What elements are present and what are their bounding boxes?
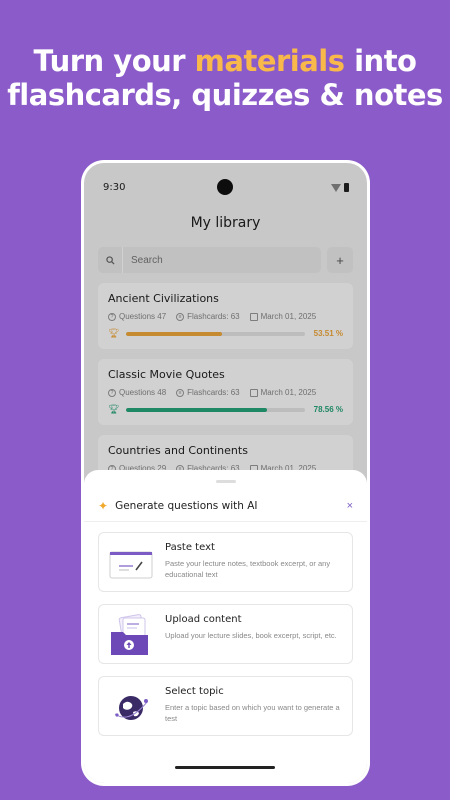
sheet-divider <box>84 521 367 522</box>
sheet-drag-handle[interactable] <box>216 480 236 483</box>
option-text: Upload content Upload your lecture slide… <box>165 614 342 641</box>
headline-line-1: Turn your materials into <box>0 44 450 78</box>
headline-prefix: Turn your <box>33 44 195 78</box>
promo-headline: Turn your materials into flashcards, qui… <box>0 44 450 112</box>
upload-folder-icon <box>109 614 155 656</box>
option-title: Paste text <box>165 542 215 553</box>
option-description: Upload your lecture slides, book excerpt… <box>165 631 337 640</box>
sheet-header: ✦ Generate questions with AI × <box>98 497 353 515</box>
sheet-title: Generate questions with AI <box>115 500 258 512</box>
option-description: Paste your lecture notes, textbook excer… <box>165 559 331 579</box>
close-button[interactable]: × <box>347 500 353 512</box>
headline-accent: materials <box>194 44 345 78</box>
option-upload-content[interactable]: Upload content Upload your lecture slide… <box>98 604 353 664</box>
option-select-topic[interactable]: Select topic Enter a topic based on whic… <box>98 676 353 736</box>
headline-line-2: flashcards, quizzes & notes <box>7 78 443 112</box>
phone-frame: 9:30 My library Search + Ancient Civiliz… <box>84 163 367 783</box>
option-text: Paste text Paste your lecture notes, tex… <box>165 542 342 580</box>
option-description: Enter a topic based on which you want to… <box>165 703 340 723</box>
app-screen: 9:30 My library Search + Ancient Civiliz… <box>84 163 367 783</box>
ai-sparkle-icon: ✦ <box>98 499 109 513</box>
option-title: Upload content <box>165 614 242 625</box>
option-paste-text[interactable]: Paste text Paste your lecture notes, tex… <box>98 532 353 592</box>
paste-text-icon <box>109 542 155 584</box>
option-text: Select topic Enter a topic based on whic… <box>165 686 342 724</box>
option-title: Select topic <box>165 686 224 697</box>
home-indicator[interactable] <box>175 766 275 769</box>
headline-suffix: into <box>344 44 417 78</box>
globe-topic-icon <box>109 686 155 728</box>
bottom-sheet: ✦ Generate questions with AI × Paste tex… <box>84 470 367 783</box>
